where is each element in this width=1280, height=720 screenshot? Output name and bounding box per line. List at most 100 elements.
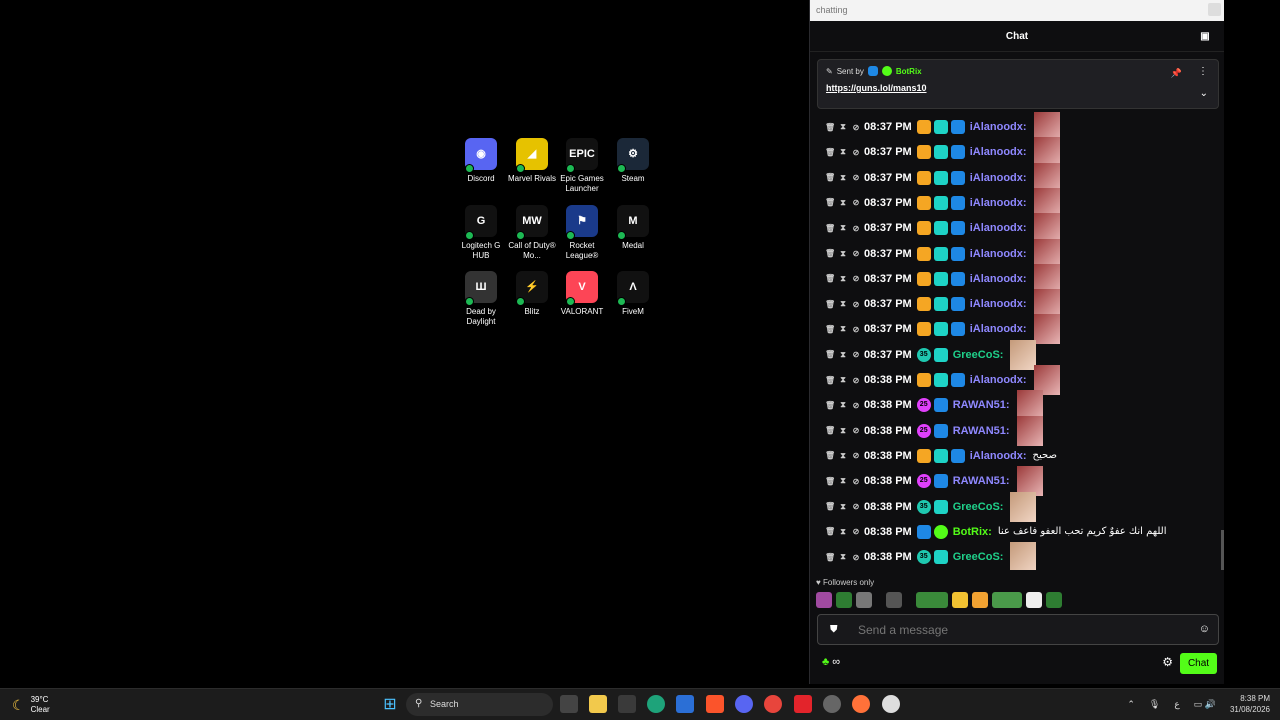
- message-username[interactable]: RAWAN51:: [953, 475, 1010, 487]
- timeout-icon[interactable]: ⧗: [838, 324, 848, 334]
- chat-message[interactable]: 🗑 ⧗ ⊘ 08:38 PM 25 RAWAN51:: [825, 390, 1043, 421]
- delete-icon[interactable]: 🗑: [825, 502, 835, 511]
- message-username[interactable]: iAlanoodx:: [970, 323, 1027, 335]
- delete-icon[interactable]: 🗑: [825, 224, 835, 233]
- ban-icon[interactable]: ⊘: [851, 451, 861, 460]
- task-view-icon[interactable]: [560, 695, 578, 713]
- timeout-icon[interactable]: ⧗: [838, 122, 848, 132]
- ban-icon[interactable]: ⊘: [851, 502, 861, 511]
- delete-icon[interactable]: 🗑: [825, 350, 835, 359]
- timeout-icon[interactable]: ⧗: [838, 502, 848, 512]
- desktop-icon[interactable]: Λ FiveM: [607, 271, 659, 317]
- message-username[interactable]: iAlanoodx:: [970, 222, 1027, 234]
- desktop-icon[interactable]: EPIC Epic Games Launcher: [556, 138, 608, 194]
- message-input[interactable]: [858, 621, 1188, 639]
- chat-message[interactable]: 🗑 ⧗ ⊘ 08:37 PM iAlanoodx:: [825, 162, 1060, 193]
- ban-icon[interactable]: ⊘: [851, 553, 861, 562]
- desktop-icon[interactable]: V VALORANT: [556, 271, 608, 317]
- timeout-icon[interactable]: ⧗: [838, 375, 848, 385]
- timeout-icon[interactable]: ⧗: [838, 451, 848, 461]
- delete-icon[interactable]: 🗑: [825, 249, 835, 258]
- timeout-icon[interactable]: ⧗: [838, 552, 848, 562]
- timeout-icon[interactable]: ⧗: [838, 249, 848, 259]
- chevron-up-icon[interactable]: ⌃: [1127, 699, 1135, 710]
- message-username[interactable]: iAlanoodx:: [970, 374, 1027, 386]
- delete-icon[interactable]: 🗑: [825, 401, 835, 410]
- desktop-icon[interactable]: ◢ Marvel Rivals: [506, 138, 558, 184]
- emote-2[interactable]: [836, 592, 852, 608]
- delete-icon[interactable]: 🗑: [825, 123, 835, 132]
- ban-icon[interactable]: ⊘: [851, 224, 861, 233]
- delete-icon[interactable]: 🗑: [825, 527, 835, 536]
- delete-icon[interactable]: 🗑: [825, 198, 835, 207]
- desktop-icon[interactable]: M Medal: [607, 205, 659, 251]
- store-icon[interactable]: [618, 695, 636, 713]
- chat-message[interactable]: 🗑 ⧗ ⊘ 08:38 PM 25 RAWAN51:: [825, 415, 1043, 446]
- delete-icon[interactable]: 🗑: [825, 148, 835, 157]
- timeout-icon[interactable]: ⧗: [838, 147, 848, 157]
- message-username[interactable]: iAlanoodx:: [970, 172, 1027, 184]
- settings-taskbar-icon[interactable]: [882, 695, 900, 713]
- ban-icon[interactable]: ⊘: [851, 249, 861, 258]
- taskbar-search[interactable]: ⚲ Search: [406, 693, 553, 716]
- file-explorer-icon[interactable]: [589, 695, 607, 713]
- ban-icon[interactable]: ⊘: [851, 426, 861, 435]
- message-username[interactable]: GreeCoS:: [953, 501, 1004, 513]
- delete-icon[interactable]: 🗑: [825, 426, 835, 435]
- gear-icon[interactable]: ⚙: [1162, 655, 1173, 669]
- ban-icon[interactable]: ⊘: [851, 148, 861, 157]
- chrome-icon[interactable]: [764, 695, 782, 713]
- microphone-icon[interactable]: 🎙: [1149, 699, 1160, 710]
- desktop-icon[interactable]: ⚙ Steam: [607, 138, 659, 184]
- language-indicator[interactable]: ع: [1174, 699, 1179, 710]
- ban-icon[interactable]: ⊘: [851, 173, 861, 182]
- timeout-icon[interactable]: ⧗: [838, 426, 848, 436]
- message-username[interactable]: iAlanoodx:: [970, 146, 1027, 158]
- windows-start-icon[interactable]: ⊞: [381, 695, 399, 713]
- scrollbar[interactable]: [1221, 530, 1224, 570]
- firefox-icon[interactable]: [852, 695, 870, 713]
- desktop-icon[interactable]: ⚡ Blitz: [506, 271, 558, 317]
- message-username[interactable]: RAWAN51:: [953, 399, 1010, 411]
- send-chat-button[interactable]: Chat: [1180, 653, 1217, 674]
- chat-message[interactable]: 🗑 ⧗ ⊘ 08:37 PM iAlanoodx:: [825, 137, 1060, 168]
- emote-7[interactable]: [972, 592, 988, 608]
- desktop-icon[interactable]: ⚑ Rocket League®: [556, 205, 608, 261]
- ban-icon[interactable]: ⊘: [851, 376, 861, 385]
- channel-points[interactable]: ♣ ∞: [822, 656, 840, 668]
- ban-icon[interactable]: ⊘: [851, 274, 861, 283]
- timeout-icon[interactable]: ⧗: [838, 173, 848, 183]
- pinned-link[interactable]: https://guns.lol/mans10: [826, 83, 1210, 93]
- emote-10[interactable]: [1046, 592, 1062, 608]
- message-username[interactable]: iAlanoodx:: [970, 197, 1027, 209]
- message-username[interactable]: iAlanoodx:: [970, 450, 1027, 462]
- medal-taskbar-icon[interactable]: [794, 695, 812, 713]
- message-username[interactable]: GreeCoS:: [953, 551, 1004, 563]
- emote-1[interactable]: [816, 592, 832, 608]
- message-username[interactable]: BotRix:: [953, 526, 992, 538]
- chat-message[interactable]: 🗑 ⧗ ⊘ 08:38 PM BotRix: اللهم انك عفوٌ كريم تح…: [825, 521, 1166, 543]
- chat-message[interactable]: 🗑 ⧗ ⊘ 08:37 PM iAlanoodx:: [825, 289, 1060, 320]
- message-username[interactable]: iAlanoodx:: [970, 248, 1027, 260]
- delete-icon[interactable]: 🗑: [825, 451, 835, 460]
- pinned-username[interactable]: BotRix: [896, 67, 922, 76]
- chat-message[interactable]: 🗑 ⧗ ⊘ 08:38 PM iAlanoodx: صحيح: [825, 445, 1057, 467]
- delete-icon[interactable]: 🗑: [825, 325, 835, 334]
- message-username[interactable]: iAlanoodx:: [970, 121, 1027, 133]
- brave-icon[interactable]: [706, 695, 724, 713]
- calculator-icon[interactable]: [676, 695, 694, 713]
- emote-5[interactable]: [916, 592, 948, 608]
- pin-icon[interactable]: 📌: [1171, 68, 1182, 79]
- emote-4[interactable]: [886, 592, 902, 608]
- chat-message[interactable]: 🗑 ⧗ ⊘ 08:37 PM iAlanoodx:: [825, 263, 1060, 294]
- more-options-icon[interactable]: ⋮: [1198, 66, 1208, 77]
- chat-message[interactable]: 🗑 ⧗ ⊘ 08:37 PM iAlanoodx:: [825, 238, 1060, 269]
- timeout-icon[interactable]: ⧗: [838, 198, 848, 208]
- delete-icon[interactable]: 🗑: [825, 376, 835, 385]
- desktop-icon[interactable]: ◉ Discord: [455, 138, 507, 184]
- emote-6[interactable]: [952, 592, 968, 608]
- ban-icon[interactable]: ⊘: [851, 350, 861, 359]
- emoji-icon[interactable]: ☺: [1199, 623, 1210, 635]
- steam-taskbar-icon[interactable]: [823, 695, 841, 713]
- ban-icon[interactable]: ⊘: [851, 527, 861, 536]
